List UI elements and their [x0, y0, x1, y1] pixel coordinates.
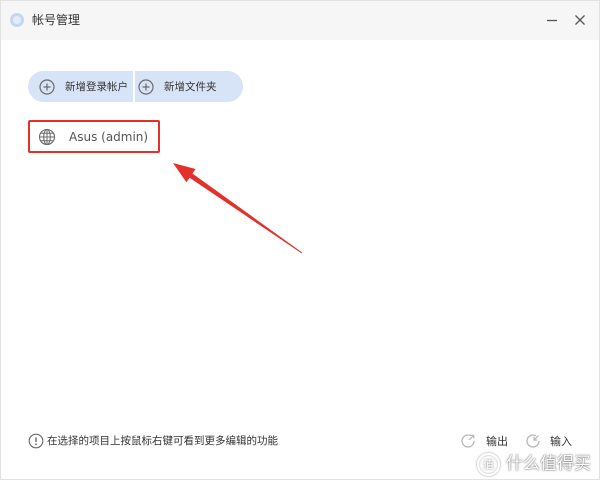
- plus-circle-icon: [39, 78, 55, 95]
- info-icon: [28, 433, 44, 449]
- add-folder-label: 新增文件夹: [164, 81, 217, 93]
- plus-circle-icon: [138, 78, 154, 95]
- app-logo-icon: [10, 13, 24, 27]
- import-label: 输入: [550, 434, 572, 448]
- watermark-text: 什么值得买: [506, 454, 591, 474]
- import-button[interactable]: 输入: [525, 432, 572, 449]
- app-logo-icon-inner: [13, 16, 21, 24]
- minimize-button[interactable]: [542, 10, 562, 30]
- title-bar[interactable]: 帐号管理: [0, 0, 600, 40]
- right-click-hint: 在选择的项目上按鼠标右键可看到更多编辑的功能: [47, 435, 278, 447]
- account-label: Asus (admin): [69, 129, 149, 144]
- globe-icon: [38, 128, 56, 145]
- window-title: 帐号管理: [32, 13, 81, 27]
- close-button[interactable]: [570, 10, 590, 30]
- export-label: 输出: [486, 434, 508, 448]
- add-login-account-button[interactable]: 新增登录帐户: [28, 71, 133, 102]
- watermark: 值 什么值得买: [477, 452, 591, 476]
- import-icon: [526, 433, 540, 448]
- export-button[interactable]: 输出: [460, 432, 508, 449]
- annotation-arrow-shape: [173, 163, 303, 254]
- watermark-logo: 值: [477, 452, 500, 476]
- minimize-icon: [547, 19, 557, 22]
- export-icon: [461, 433, 475, 448]
- account-manager-window: 帐号管理 新增登录帐户 新增文件夹 Asus (admin) 在选择的项目上按鼠…: [0, 0, 600, 480]
- add-login-account-label: 新增登录帐户: [65, 81, 128, 93]
- add-folder-button[interactable]: 新增文件夹: [135, 71, 243, 102]
- close-icon: [575, 15, 585, 25]
- action-button-group: 新增登录帐户 新增文件夹: [28, 71, 243, 102]
- account-list-item[interactable]: Asus (admin): [28, 120, 160, 153]
